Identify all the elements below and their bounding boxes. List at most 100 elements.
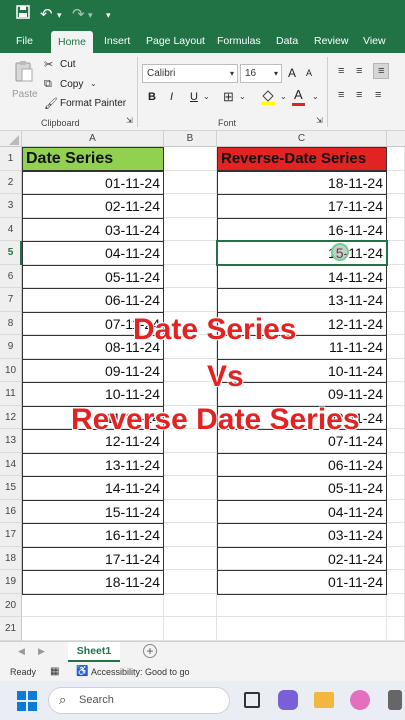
grid-cell[interactable] <box>387 170 405 194</box>
align-right-icon[interactable]: ≡ <box>375 89 381 101</box>
grid-cell[interactable] <box>22 617 164 641</box>
copilot-icon[interactable] <box>350 690 370 710</box>
align-center-icon[interactable]: ≡ <box>356 89 362 101</box>
paste-button[interactable]: Paste <box>12 89 38 100</box>
chevron-down-icon[interactable]: ⌄ <box>239 92 246 101</box>
tab-formulas[interactable]: Formulas <box>217 30 261 53</box>
row-header[interactable]: 12 <box>0 405 22 429</box>
add-sheet-button[interactable]: + <box>143 644 157 658</box>
select-all-corner[interactable] <box>0 131 22 147</box>
grid-cell[interactable] <box>387 476 405 500</box>
grid-cell[interactable] <box>164 593 217 617</box>
column-header-c[interactable]: C <box>217 131 387 147</box>
grid-cell[interactable] <box>387 405 405 429</box>
dialog-launcher-icon[interactable]: ⇲ <box>126 116 133 125</box>
row-header[interactable]: 1 <box>0 147 22 171</box>
bold-button[interactable]: B <box>148 91 156 103</box>
align-left-icon[interactable]: ≡ <box>338 89 344 101</box>
date-series-cell[interactable]: 14-11-24 <box>22 476 164 501</box>
accessibility-status[interactable]: Accessibility: Good to go <box>91 667 190 677</box>
font-size-box[interactable]: 16 ▾ <box>240 64 282 83</box>
grid-cell[interactable] <box>387 335 405 359</box>
tab-home[interactable]: Home <box>51 31 94 55</box>
row-header[interactable]: 16 <box>0 499 22 523</box>
italic-button[interactable]: I <box>170 91 173 103</box>
grid-cell[interactable] <box>387 523 405 547</box>
next-sheet-icon[interactable]: ▶ <box>38 646 45 657</box>
prev-sheet-icon[interactable]: ◀ <box>18 646 25 657</box>
grid-cell[interactable] <box>387 499 405 523</box>
format-painter-button[interactable]: Format Painter <box>60 98 126 109</box>
grid-cell[interactable] <box>164 452 217 476</box>
windows-start-icon[interactable] <box>17 691 37 716</box>
row-header[interactable]: 2 <box>0 170 22 194</box>
file-explorer-icon[interactable] <box>314 692 334 708</box>
row-header[interactable]: 7 <box>0 288 22 312</box>
app-icon[interactable] <box>388 690 402 710</box>
header-date-series[interactable]: Date Series <box>22 147 164 171</box>
underline-button[interactable]: U <box>190 91 198 103</box>
tab-review[interactable]: Review <box>314 30 348 53</box>
date-series-cell[interactable]: 13-11-24 <box>22 452 164 477</box>
grid-cell[interactable] <box>387 194 405 218</box>
fill-color-icon[interactable] <box>260 88 276 109</box>
grid-cell[interactable] <box>164 617 217 641</box>
grid-cell[interactable] <box>164 570 217 594</box>
redo-icon[interactable]: ↷ <box>72 5 85 25</box>
align-top-icon[interactable]: ≡ <box>338 65 344 77</box>
row-header[interactable]: 19 <box>0 570 22 594</box>
grid-cell[interactable] <box>387 241 405 265</box>
copy-button[interactable]: Copy <box>60 79 83 90</box>
grow-font-button[interactable]: A <box>288 66 296 80</box>
chevron-down-icon[interactable]: ▾ <box>57 5 62 25</box>
grid-cell[interactable] <box>387 382 405 406</box>
grid-cell[interactable] <box>217 593 387 617</box>
row-header[interactable]: 10 <box>0 358 22 382</box>
task-view-icon[interactable] <box>244 692 260 708</box>
cut-button[interactable]: Cut <box>60 59 76 70</box>
grid-cell[interactable] <box>387 452 405 476</box>
row-header[interactable]: 9 <box>0 335 22 359</box>
align-middle-icon[interactable]: ≡ <box>356 65 362 77</box>
chevron-down-icon[interactable]: ⌄ <box>203 92 210 101</box>
grid-cell[interactable] <box>387 546 405 570</box>
row-header[interactable]: 18 <box>0 546 22 570</box>
reverse-series-cell[interactable]: 06-11-24 <box>217 452 387 477</box>
date-series-cell[interactable]: 03-11-24 <box>22 217 164 242</box>
date-series-cell[interactable]: 16-11-24 <box>22 523 164 548</box>
date-series-cell[interactable]: 18-11-24 <box>22 570 164 595</box>
chevron-down-icon[interactable]: ⌄ <box>90 79 97 88</box>
date-series-cell[interactable]: 15-11-24 <box>22 499 164 524</box>
grid-cell[interactable] <box>164 523 217 547</box>
grid-cell[interactable] <box>387 429 405 453</box>
grid-cell[interactable] <box>164 546 217 570</box>
row-header[interactable]: 8 <box>0 311 22 335</box>
align-bottom-icon[interactable]: ≡ <box>373 63 390 79</box>
save-icon[interactable] <box>16 5 30 25</box>
grid-cell[interactable] <box>387 570 405 594</box>
reverse-series-cell[interactable]: 16-11-24 <box>217 217 387 242</box>
font-color-button[interactable]: A <box>294 87 303 102</box>
sheet-tab-sheet1[interactable]: Sheet1 <box>68 642 120 662</box>
chat-app-icon[interactable] <box>278 690 298 710</box>
macro-record-icon[interactable]: ▦ <box>50 666 59 677</box>
grid-cell[interactable] <box>164 147 217 171</box>
tab-view[interactable]: View <box>363 30 386 53</box>
reverse-series-cell[interactable]: 14-11-24 <box>217 264 387 289</box>
row-header[interactable]: 13 <box>0 429 22 453</box>
font-name-box[interactable]: Calibri ▾ <box>142 64 238 83</box>
reverse-series-cell[interactable]: 13-11-24 <box>217 288 387 313</box>
header-reverse-date-series[interactable]: Reverse-Date Series <box>217 147 387 171</box>
tab-file[interactable]: File <box>16 30 33 53</box>
grid-cell[interactable] <box>164 217 217 241</box>
row-header[interactable]: 3 <box>0 194 22 218</box>
row-header[interactable]: 17 <box>0 523 22 547</box>
reverse-series-cell[interactable]: 04-11-24 <box>217 499 387 524</box>
grid-cell[interactable] <box>387 593 405 617</box>
tab-page-layout[interactable]: Page Layout <box>146 30 205 53</box>
reverse-series-cell[interactable]: 05-11-24 <box>217 476 387 501</box>
date-series-cell[interactable]: 04-11-24 <box>22 241 164 266</box>
date-series-cell[interactable]: 17-11-24 <box>22 546 164 571</box>
customize-toolbar-icon[interactable]: ▾ <box>106 5 111 25</box>
reverse-series-cell[interactable]: 03-11-24 <box>217 523 387 548</box>
